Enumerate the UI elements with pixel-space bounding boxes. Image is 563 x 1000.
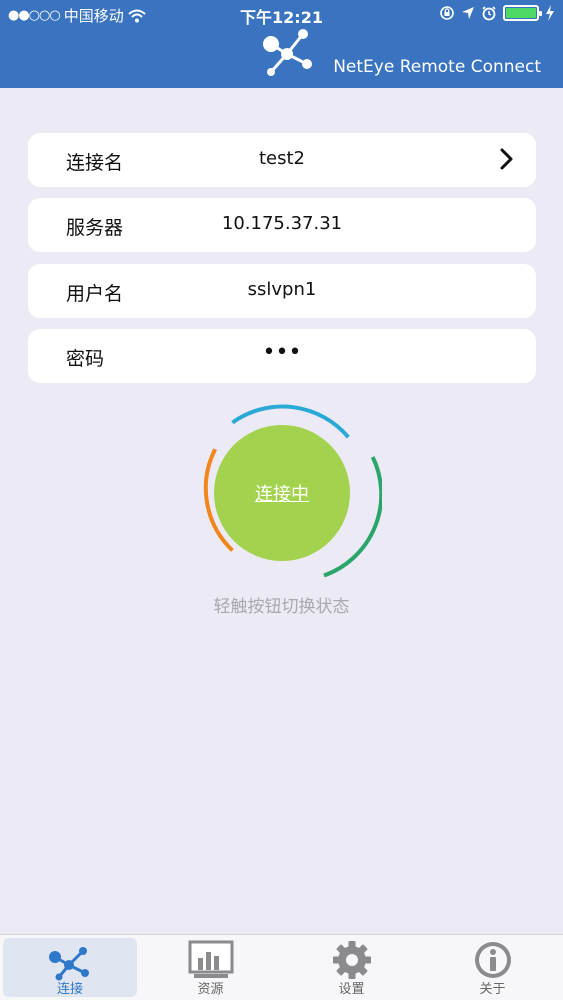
server-row[interactable]: 服务器 10.175.37.31 <box>28 198 536 252</box>
app-header: ●●○○○ 中国移动 下午12:21 NetEye Remote Connect <box>0 0 563 88</box>
charging-icon <box>546 5 554 21</box>
battery-icon <box>503 5 542 21</box>
location-icon <box>462 7 474 19</box>
password-value: ••• <box>262 340 302 365</box>
tab-connect[interactable]: 连接 <box>3 938 137 997</box>
connect-button[interactable]: 连接中 <box>214 425 350 561</box>
password-row[interactable]: 密码 ••• <box>28 329 536 383</box>
gear-icon <box>332 941 371 979</box>
connection-name-value: test2 <box>258 148 306 169</box>
network-icon <box>49 947 89 981</box>
connect-control: 连接中 <box>202 402 382 584</box>
tab-label: 资源 <box>197 982 224 997</box>
info-icon <box>474 942 511 978</box>
brand-title: NetEye Remote Connect <box>333 57 541 77</box>
tab-label: 关于 <box>479 982 506 997</box>
server-value: 10.175.37.31 <box>221 213 343 234</box>
tab-settings[interactable]: 设置 <box>281 935 422 1000</box>
username-value: sslvpn1 <box>247 279 317 300</box>
tab-bar: 连接 资源 设置 关于 <box>0 934 563 1000</box>
chevron-right-icon[interactable] <box>500 148 514 170</box>
connect-hint: 轻触按钮切换状态 <box>213 597 350 617</box>
network-logo-icon <box>263 29 312 76</box>
status-right <box>439 5 555 21</box>
connection-name-row[interactable]: 连接名 test2 <box>28 133 536 187</box>
tab-label: 连接 <box>56 982 83 997</box>
tab-label: 设置 <box>338 982 365 997</box>
brand: NetEye Remote Connect <box>251 26 541 86</box>
connect-button-label[interactable]: 连接中 <box>255 480 309 506</box>
tab-resources[interactable]: 资源 <box>140 935 281 1000</box>
tab-about[interactable]: 关于 <box>422 935 563 1000</box>
alarm-icon <box>482 6 496 21</box>
rotation-lock-icon <box>440 6 454 20</box>
chart-monitor-icon <box>188 940 233 978</box>
username-row[interactable]: 用户名 sslvpn1 <box>28 264 536 318</box>
